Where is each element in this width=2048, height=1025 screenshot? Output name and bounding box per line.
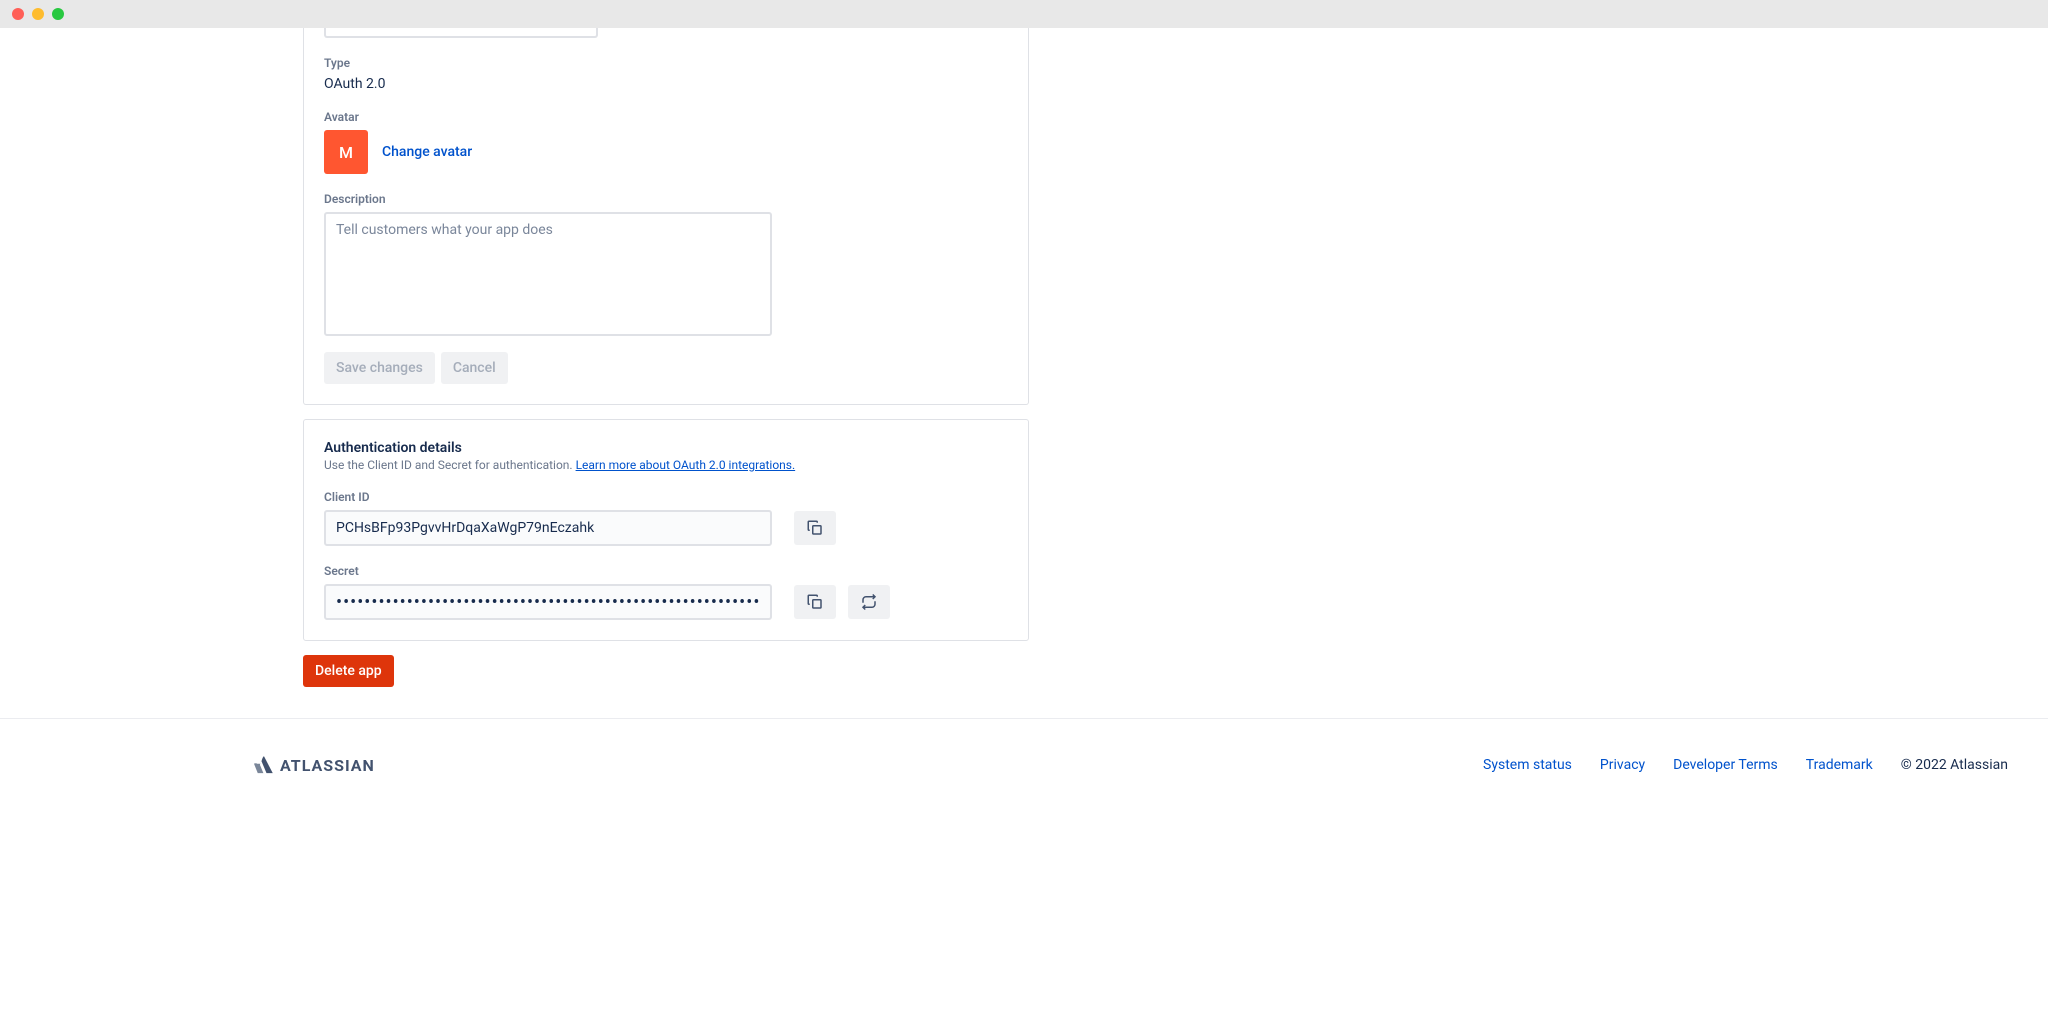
avatar: M (324, 130, 368, 174)
copy-secret-button[interactable] (794, 585, 836, 619)
description-label: Description (324, 192, 1008, 206)
settings-buttons: Save changes Cancel (324, 352, 1008, 384)
learn-more-link[interactable]: Learn more about OAuth 2.0 integrations. (576, 458, 796, 472)
type-field: Type OAuth 2.0 (324, 56, 1008, 92)
client-id-label: Client ID (324, 490, 1008, 504)
name-input-partial[interactable] (324, 28, 598, 38)
footer-brand: ATLASSIAN (254, 755, 375, 775)
authentication-card: Authentication details Use the Client ID… (303, 419, 1029, 641)
secret-input[interactable] (324, 584, 772, 620)
footer-copyright: © 2022 Atlassian (1901, 757, 2008, 773)
auth-heading: Authentication details (324, 440, 1008, 456)
copy-icon (806, 593, 824, 611)
type-value: OAuth 2.0 (324, 76, 1008, 92)
avatar-label: Avatar (324, 110, 1008, 124)
secret-field: Secret (324, 564, 1008, 620)
auth-subtext-text: Use the Client ID and Secret for authent… (324, 458, 576, 472)
minimize-window-icon[interactable] (32, 8, 44, 20)
app-settings-card: Type OAuth 2.0 Avatar M Change avatar De… (303, 28, 1029, 405)
change-avatar-link[interactable]: Change avatar (382, 144, 472, 160)
secret-label: Secret (324, 564, 1008, 578)
auth-subtext: Use the Client ID and Secret for authent… (324, 458, 1008, 472)
refresh-icon (860, 593, 878, 611)
cancel-button[interactable]: Cancel (441, 352, 508, 384)
delete-section: Delete app (303, 655, 2008, 687)
copy-client-id-button[interactable] (794, 511, 836, 545)
atlassian-logo-icon (254, 755, 274, 775)
client-id-field: Client ID (324, 490, 1008, 546)
footer: ATLASSIAN System status Privacy Develope… (0, 718, 2048, 811)
client-id-input[interactable] (324, 510, 772, 546)
window-titlebar (0, 0, 2048, 28)
copy-icon (806, 519, 824, 537)
regenerate-secret-button[interactable] (848, 585, 890, 619)
delete-app-button[interactable]: Delete app (303, 655, 394, 687)
footer-trademark-link[interactable]: Trademark (1806, 757, 1873, 773)
footer-terms-link[interactable]: Developer Terms (1673, 757, 1778, 773)
footer-status-link[interactable]: System status (1483, 757, 1572, 773)
footer-links: System status Privacy Developer Terms Tr… (1483, 757, 2008, 773)
footer-privacy-link[interactable]: Privacy (1600, 757, 1645, 773)
maximize-window-icon[interactable] (52, 8, 64, 20)
type-label: Type (324, 56, 1008, 70)
save-button[interactable]: Save changes (324, 352, 435, 384)
description-textarea[interactable] (324, 212, 772, 336)
page-content: Type OAuth 2.0 Avatar M Change avatar De… (0, 28, 2048, 718)
avatar-field: Avatar M Change avatar (324, 110, 1008, 174)
avatar-letter: M (339, 143, 353, 162)
footer-brand-text: ATLASSIAN (280, 756, 375, 775)
close-window-icon[interactable] (12, 8, 24, 20)
description-field: Description (324, 192, 1008, 340)
